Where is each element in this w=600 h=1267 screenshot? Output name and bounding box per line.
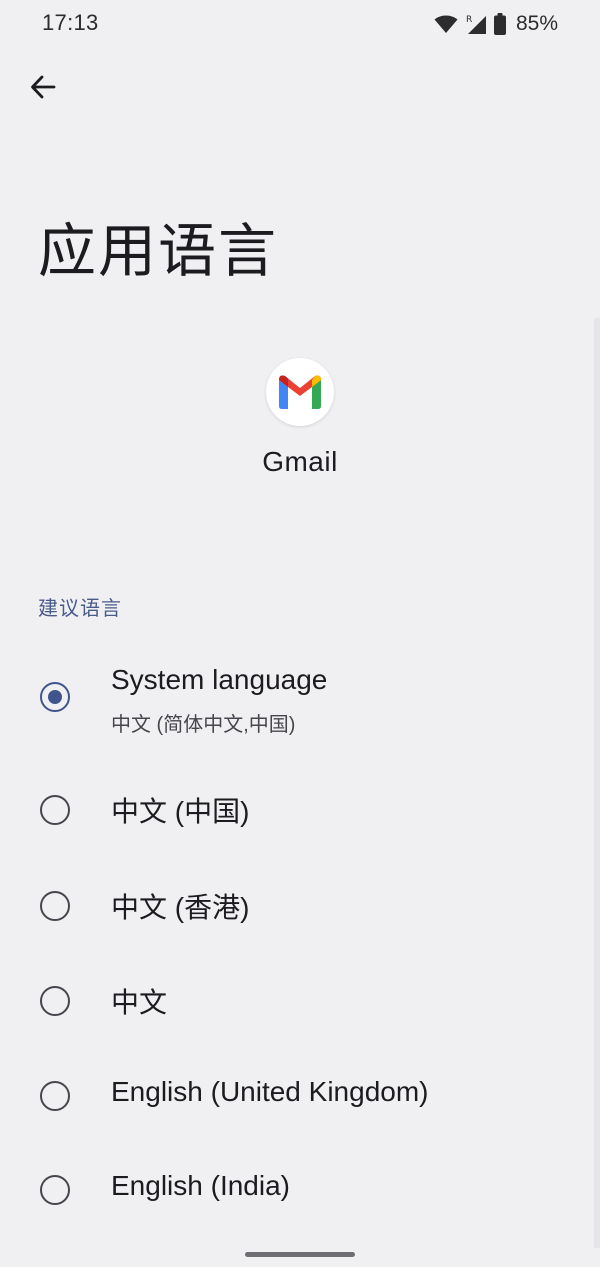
arrow-back-icon xyxy=(29,73,57,106)
status-bar: 17:13 R 85% xyxy=(0,0,600,48)
language-option[interactable]: 中文 (中国) xyxy=(0,762,600,852)
radio-unchecked-icon[interactable] xyxy=(40,1081,70,1111)
status-icons: R 85% xyxy=(434,10,558,38)
back-button[interactable] xyxy=(20,66,66,112)
language-subtitle: 中文 (简体中文,中国) xyxy=(111,714,296,736)
gmail-logo-icon xyxy=(266,358,334,426)
language-option[interactable]: English (United Kingdom) xyxy=(0,1048,600,1138)
language-label: English (United Kingdom) xyxy=(111,1076,429,1107)
app-name: Gmail xyxy=(262,446,338,477)
cell-signal-roaming-icon: R xyxy=(464,12,488,36)
battery-percentage: 85% xyxy=(515,12,558,35)
status-time: 17:13 xyxy=(42,10,99,35)
page-title: 应用语言 xyxy=(38,219,279,284)
gesture-nav-handle[interactable] xyxy=(245,1252,355,1257)
section-header-suggested: 建议语言 xyxy=(38,598,122,620)
radio-unchecked-icon[interactable] xyxy=(40,795,70,825)
language-label: 中文 xyxy=(111,987,168,1018)
language-label: 中文 (香港) xyxy=(111,892,250,923)
radio-unchecked-icon[interactable] xyxy=(40,891,70,921)
language-option[interactable]: 中文 xyxy=(0,953,600,1043)
radio-unchecked-icon[interactable] xyxy=(40,986,70,1016)
language-label: System language xyxy=(111,664,328,695)
radio-unchecked-icon[interactable] xyxy=(40,1175,70,1205)
language-option-system[interactable]: System language 中文 (简体中文,中国) xyxy=(0,650,600,750)
app-header: Gmail xyxy=(0,358,600,478)
radio-checked-icon[interactable] xyxy=(40,682,70,712)
language-label: English (India) xyxy=(111,1170,290,1201)
language-option[interactable]: English (India) xyxy=(0,1142,600,1232)
battery-icon xyxy=(493,13,506,35)
language-label: 中文 (中国) xyxy=(111,796,250,827)
svg-text:R: R xyxy=(466,15,472,25)
language-option[interactable]: 中文 (香港) xyxy=(0,858,600,948)
wifi-icon xyxy=(434,14,458,34)
